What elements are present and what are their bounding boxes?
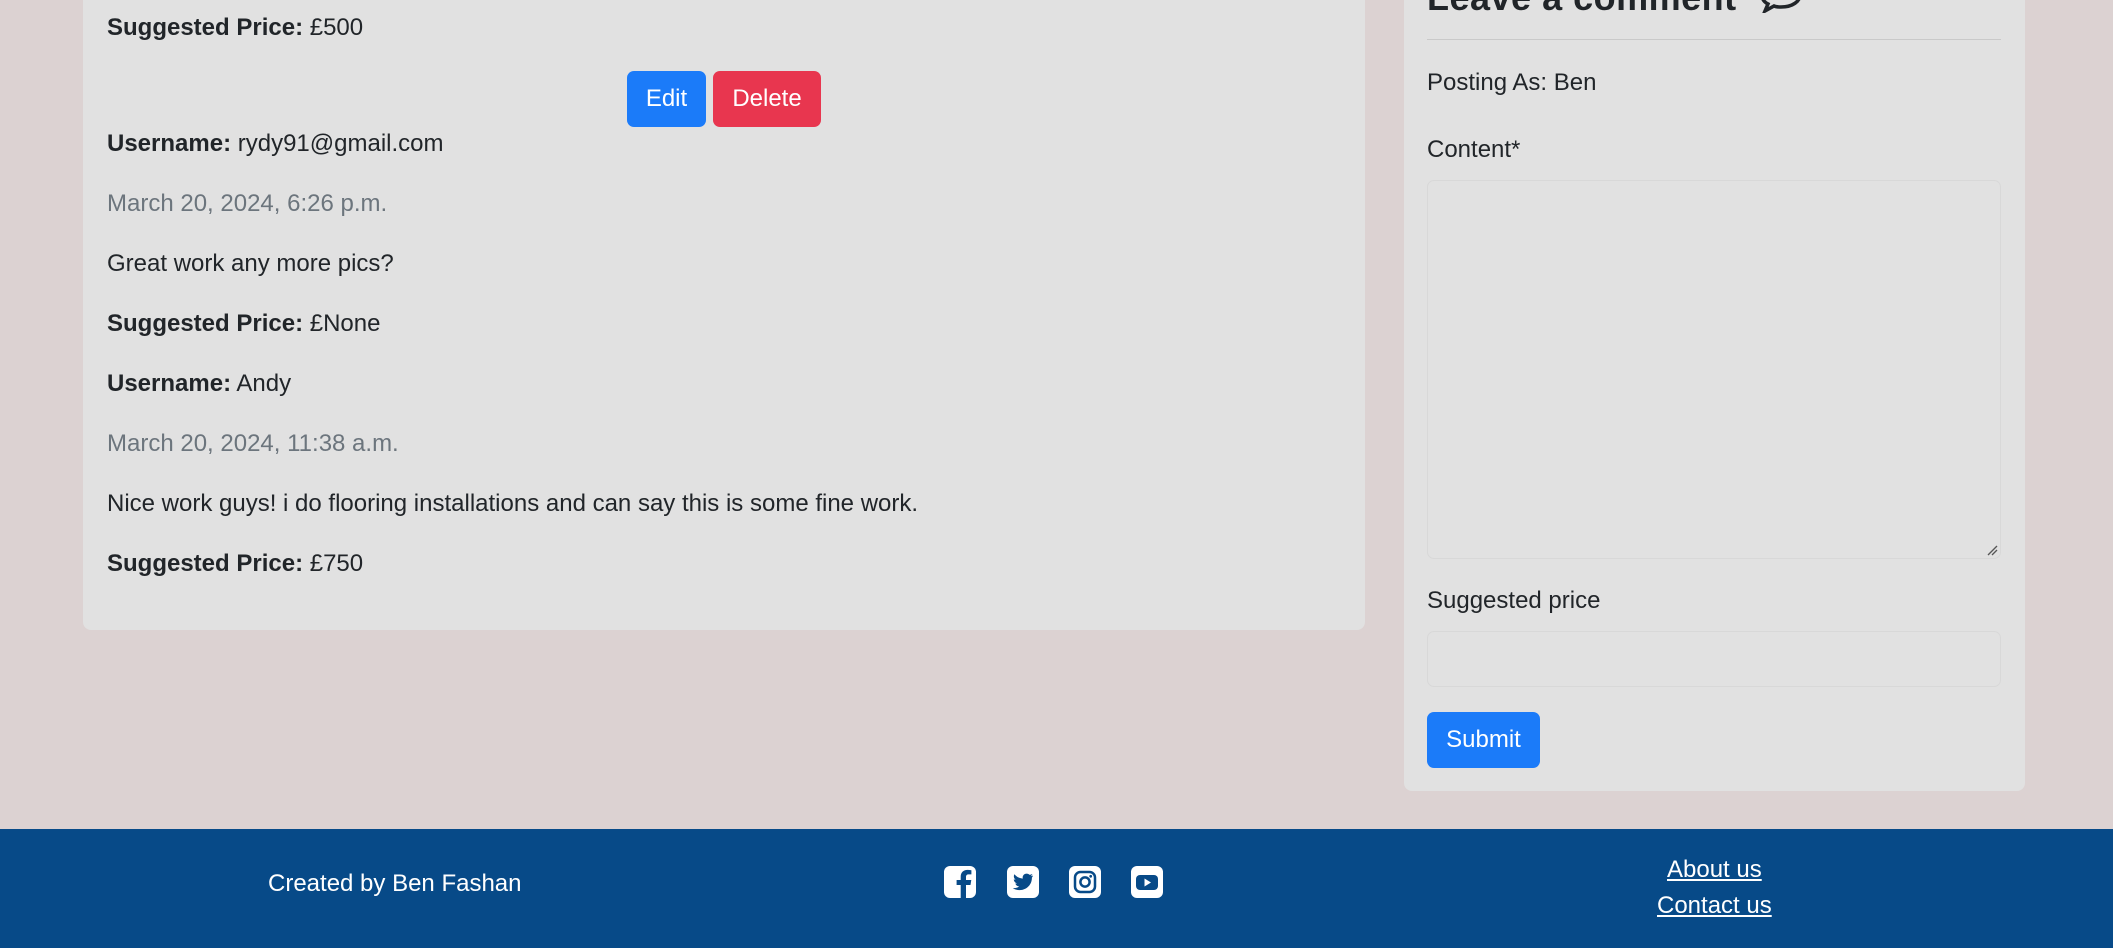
about-us-link[interactable]: About us xyxy=(1667,855,1762,885)
price-value: £750 xyxy=(303,550,364,577)
username-value: rydy91@gmail.com xyxy=(231,130,444,157)
comment-content: Great work any more pics? xyxy=(107,250,394,277)
edit-button[interactable]: Edit xyxy=(627,71,706,127)
comment-date: March 20, 2024, 11:38 a.m. xyxy=(107,430,399,457)
form-divider xyxy=(1427,39,2001,40)
youtube-icon[interactable] xyxy=(1130,865,1164,899)
suggested-price-label: Suggested price xyxy=(1427,587,1601,614)
price-label: Suggested Price: xyxy=(107,310,304,337)
comment-price: Suggested Price: £None xyxy=(107,309,380,339)
facebook-icon[interactable] xyxy=(943,865,977,899)
contact-us-link[interactable]: Contact us xyxy=(1657,891,1772,921)
price-label: Suggested Price: xyxy=(107,550,304,577)
price-value: £None xyxy=(303,310,381,337)
comment-form-title: Leave a comment xyxy=(1427,0,1803,21)
price-value: £500 xyxy=(303,14,364,41)
form-title-text: Leave a comment xyxy=(1427,0,1737,18)
comment-price: Suggested Price: £750 xyxy=(107,549,363,579)
comment-price: Suggested Price: £500 xyxy=(107,13,363,43)
instagram-icon[interactable] xyxy=(1068,865,1102,899)
comment-username: Username: Andy xyxy=(107,369,291,399)
comment-date: March 20, 2024, 6:26 p.m. xyxy=(107,190,388,217)
posting-as-label: Posting As: Ben xyxy=(1427,69,1597,96)
username-value: Andy xyxy=(231,370,292,397)
submit-button[interactable]: Submit xyxy=(1427,712,1540,768)
suggested-price-input[interactable] xyxy=(1427,631,2001,687)
comment-content: Nice work guys! i do flooring installati… xyxy=(107,490,919,517)
resize-handle-icon[interactable] xyxy=(1986,544,1998,556)
username-label: Username: xyxy=(107,370,232,397)
comment-username: Username: rydy91@gmail.com xyxy=(107,129,444,159)
footer-credit: Created by Ben Fashan xyxy=(268,870,522,897)
content-textarea[interactable] xyxy=(1427,180,2001,559)
twitter-icon[interactable] xyxy=(1006,865,1040,899)
footer: Created by Ben Fashan About us Contact u… xyxy=(0,829,2113,948)
username-label: Username: xyxy=(107,130,232,157)
delete-button[interactable]: Delete xyxy=(713,71,821,127)
price-label: Suggested Price: xyxy=(107,14,304,41)
content-label: Content* xyxy=(1427,136,1521,163)
chat-bubble-icon xyxy=(1759,0,1803,21)
